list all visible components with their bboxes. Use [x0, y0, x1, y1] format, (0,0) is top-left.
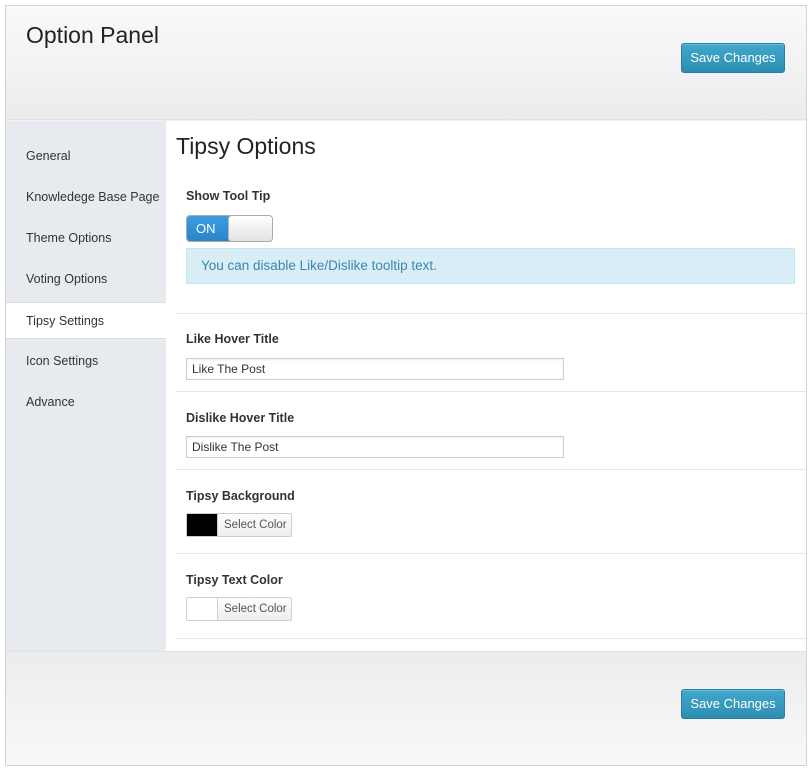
section-title: Tipsy Options	[176, 133, 316, 159]
sidebar-item-knowledge-base-page[interactable]: Knowledege Base Page	[6, 179, 166, 216]
like-hover-title-input[interactable]: Like The Post	[186, 358, 564, 380]
color-swatch	[187, 514, 218, 536]
sidebar-item-general[interactable]: General	[6, 138, 166, 175]
divider	[176, 391, 806, 392]
save-changes-button-top[interactable]: Save Changes	[681, 43, 785, 73]
like-hover-title-label: Like Hover Title	[186, 332, 279, 346]
select-color-label: Select Color	[224, 519, 287, 531]
show-tooltip-toggle[interactable]: ON	[186, 215, 273, 242]
sidebar-item-voting-options[interactable]: Voting Options	[6, 261, 166, 298]
select-color-label: Select Color	[224, 603, 287, 615]
panel-footer: Save Changes	[6, 651, 806, 765]
divider	[176, 638, 806, 639]
save-changes-button-bottom[interactable]: Save Changes	[681, 689, 785, 719]
divider	[176, 469, 806, 470]
sidebar-item-tipsy-settings[interactable]: Tipsy Settings	[6, 302, 166, 339]
toggle-knob	[228, 216, 272, 241]
divider	[176, 313, 806, 314]
dislike-hover-title-input[interactable]: Dislike The Post	[186, 436, 564, 458]
toggle-on-label: ON	[187, 216, 231, 241]
show-tooltip-label: Show Tool Tip	[186, 189, 271, 203]
panel-header: Option Panel Save Changes	[6, 6, 806, 120]
sidebar-item-icon-settings[interactable]: Icon Settings	[6, 343, 166, 380]
sidebar-nav: General Knowledege Base Page Theme Optio…	[6, 121, 166, 651]
settings-content: Tipsy Options Show Tool Tip ON You can d…	[166, 121, 806, 651]
color-swatch	[187, 598, 218, 620]
tipsy-text-color-picker[interactable]: Select Color	[186, 597, 292, 621]
option-panel: Option Panel Save Changes General Knowle…	[5, 5, 807, 766]
tipsy-background-color-picker[interactable]: Select Color	[186, 513, 292, 537]
page-title: Option Panel	[26, 22, 159, 48]
tipsy-text-color-label: Tipsy Text Color	[186, 573, 283, 587]
tipsy-background-label: Tipsy Background	[186, 489, 295, 503]
dislike-hover-title-label: Dislike Hover Title	[186, 411, 295, 425]
sidebar-item-advance[interactable]: Advance	[6, 384, 166, 421]
sidebar-item-theme-options[interactable]: Theme Options	[6, 220, 166, 257]
tooltip-info-message: You can disable Like/Dislike tooltip tex…	[186, 248, 795, 284]
divider	[176, 553, 806, 554]
